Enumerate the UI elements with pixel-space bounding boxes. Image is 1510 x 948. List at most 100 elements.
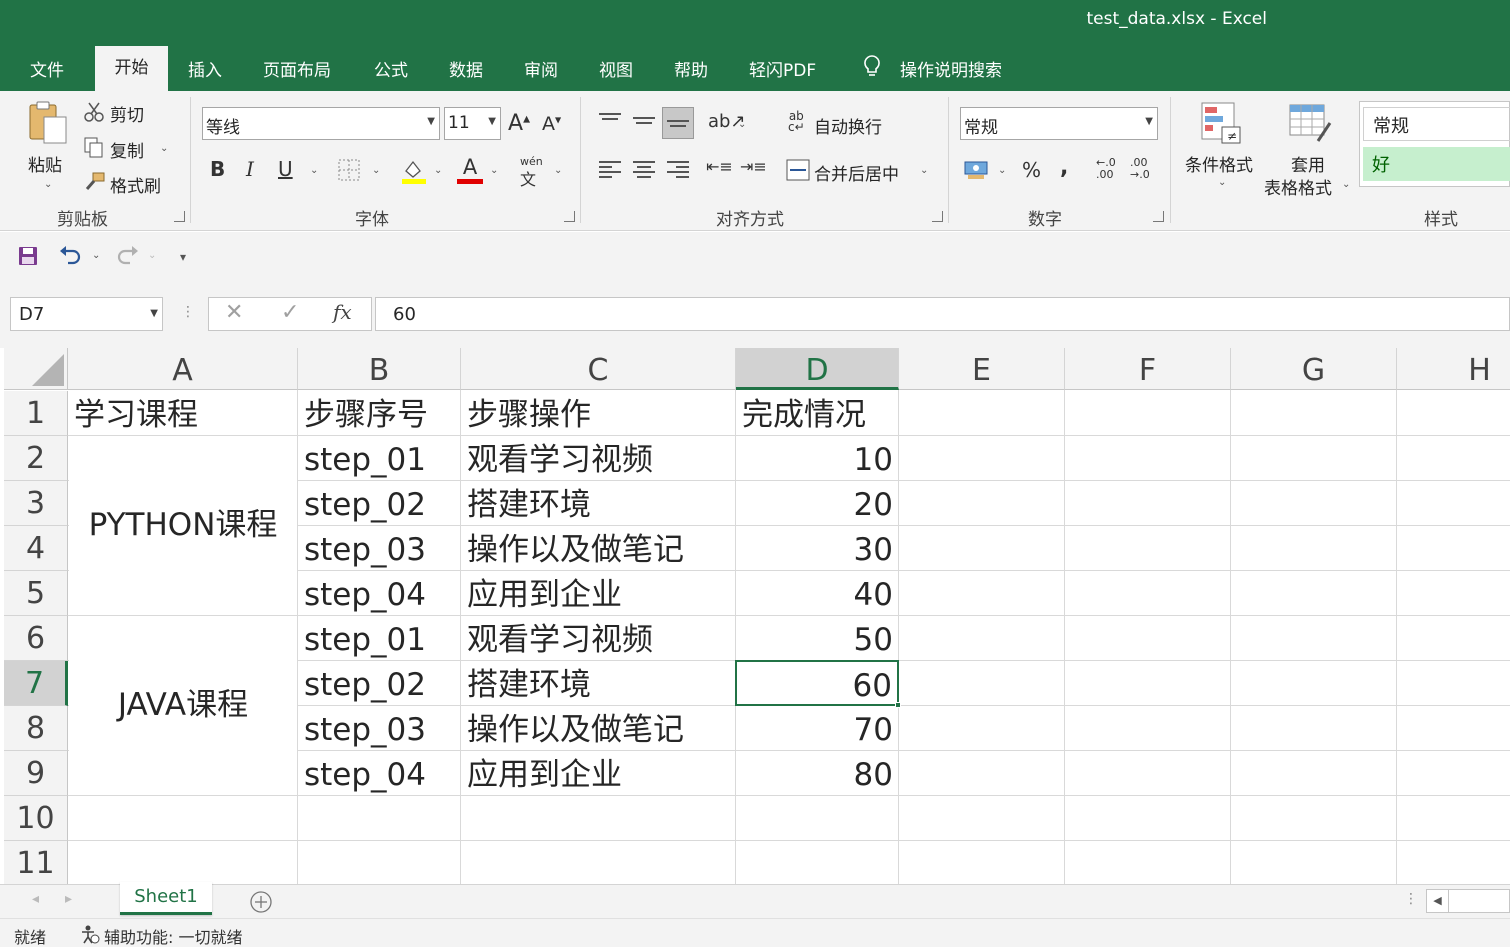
- cell-d8[interactable]: 70: [736, 706, 898, 751]
- cell-c7[interactable]: 搭建环境: [461, 661, 735, 706]
- cell-c8[interactable]: 操作以及做笔记: [461, 706, 735, 751]
- paste-icon[interactable]: [24, 101, 70, 145]
- row-header-4[interactable]: 4: [4, 526, 68, 571]
- accessibility-status[interactable]: 辅助功能: 一切就绪: [104, 924, 242, 948]
- bold-button[interactable]: B: [210, 157, 225, 181]
- font-name-combo[interactable]: 等线 ▼: [202, 107, 440, 140]
- row-header-3[interactable]: 3: [4, 481, 68, 526]
- cell-d5[interactable]: 40: [736, 571, 898, 616]
- cell-b4[interactable]: step_03: [298, 526, 460, 571]
- underline-button[interactable]: U: [278, 157, 293, 181]
- cell-a6-merged[interactable]: JAVA课程: [69, 616, 297, 795]
- redo-dropdown-icon[interactable]: ⌄: [148, 250, 156, 261]
- cell-c9[interactable]: 应用到企业: [461, 751, 735, 796]
- row-header-5[interactable]: 5: [4, 571, 68, 616]
- format-as-table-icon[interactable]: [1288, 101, 1334, 145]
- decrease-font-size-icon[interactable]: A▼: [542, 113, 561, 135]
- column-header-h[interactable]: H: [1397, 348, 1510, 390]
- number-format-combo[interactable]: 常规 ▼: [960, 107, 1158, 140]
- borders-icon[interactable]: [338, 159, 360, 181]
- formula-bar-grip-icon[interactable]: ⋮: [181, 304, 195, 320]
- cell-d3[interactable]: 20: [736, 481, 898, 526]
- font-launcher-icon[interactable]: [564, 211, 575, 222]
- format-as-table-label-2[interactable]: 表格格式: [1264, 174, 1332, 199]
- row-header-1[interactable]: 1: [4, 391, 68, 436]
- tab-view[interactable]: 视图: [599, 56, 633, 81]
- italic-button[interactable]: I: [246, 157, 254, 181]
- tab-help[interactable]: 帮助: [674, 56, 708, 81]
- underline-dropdown-icon[interactable]: ⌄: [310, 165, 318, 176]
- copy-dropdown-icon[interactable]: ⌄: [160, 143, 168, 154]
- fill-color-dropdown-icon[interactable]: ⌄: [434, 165, 442, 176]
- cell-c4[interactable]: 操作以及做笔记: [461, 526, 735, 571]
- split-handle-icon[interactable]: ⋮: [1404, 891, 1418, 907]
- phonetic-guide-icon[interactable]: wén 文: [520, 155, 543, 190]
- increase-font-size-icon[interactable]: A▲: [508, 111, 530, 136]
- conditional-formatting-button[interactable]: 条件格式: [1185, 151, 1253, 176]
- column-header-f[interactable]: F: [1065, 348, 1231, 390]
- customize-qat-icon[interactable]: ▾: [180, 250, 186, 264]
- tab-pdf[interactable]: 轻闪PDF: [749, 56, 816, 81]
- tab-review[interactable]: 审阅: [524, 56, 558, 81]
- style-normal[interactable]: 常规: [1363, 107, 1510, 141]
- row-header-11[interactable]: 11: [4, 841, 68, 884]
- enter-icon[interactable]: ✓: [281, 300, 299, 325]
- align-bottom-button[interactable]: [662, 107, 694, 139]
- tab-page-layout[interactable]: 页面布局: [263, 56, 331, 81]
- style-good[interactable]: 好: [1363, 147, 1510, 181]
- conditional-formatting-dropdown-icon[interactable]: ⌄: [1218, 177, 1226, 188]
- scroll-tabs-right-icon[interactable]: ▸: [65, 891, 72, 907]
- horizontal-scrollbar[interactable]: ◀: [1426, 889, 1510, 913]
- cell-d2[interactable]: 10: [736, 436, 898, 481]
- undo-icon[interactable]: [58, 245, 82, 267]
- cell-b1[interactable]: 步骤序号: [298, 391, 460, 436]
- accounting-dropdown-icon[interactable]: ⌄: [998, 165, 1006, 176]
- cell-c6[interactable]: 观看学习视频: [461, 616, 735, 661]
- align-center-icon[interactable]: [633, 161, 655, 179]
- align-top-icon[interactable]: [599, 113, 621, 131]
- add-sheet-icon[interactable]: [249, 890, 273, 914]
- sheet-tab-sheet1[interactable]: Sheet1: [120, 882, 212, 915]
- cell-c3[interactable]: 搭建环境: [461, 481, 735, 526]
- wrap-text-button[interactable]: 自动换行: [814, 113, 882, 138]
- wrap-text-icon[interactable]: ab c↵: [788, 110, 805, 133]
- decrease-decimal-icon[interactable]: .00 →.0: [1130, 157, 1150, 181]
- cell-b7[interactable]: step_02: [298, 661, 460, 706]
- cell-b5[interactable]: step_04: [298, 571, 460, 616]
- clipboard-launcher-icon[interactable]: [174, 211, 185, 222]
- row-header-9[interactable]: 9: [4, 751, 68, 796]
- worksheet-grid[interactable]: A B C D E F G H 1 2 3 4 5 6 7 8 9 10 11 …: [0, 348, 1510, 884]
- insert-function-button[interactable]: fx: [333, 300, 352, 324]
- conditional-formatting-icon[interactable]: ≠: [1200, 101, 1244, 145]
- name-box[interactable]: D7 ▼: [10, 297, 163, 331]
- tab-home[interactable]: 开始: [95, 46, 168, 91]
- align-right-icon[interactable]: [667, 161, 689, 179]
- phonetic-dropdown-icon[interactable]: ⌄: [554, 165, 562, 176]
- cell-d7-selected[interactable]: 60: [735, 660, 899, 706]
- row-header-7[interactable]: 7: [4, 661, 68, 706]
- cell-a1[interactable]: 学习课程: [68, 391, 297, 436]
- cell-c5[interactable]: 应用到企业: [461, 571, 735, 616]
- select-all-corner[interactable]: [4, 348, 68, 390]
- cell-b9[interactable]: step_04: [298, 751, 460, 796]
- tab-file[interactable]: 文件: [30, 56, 64, 81]
- align-left-icon[interactable]: [599, 161, 621, 179]
- column-header-b[interactable]: B: [298, 348, 461, 390]
- tab-insert[interactable]: 插入: [188, 56, 222, 81]
- redo-icon[interactable]: [116, 245, 140, 267]
- fill-color-icon[interactable]: [400, 157, 428, 185]
- scroll-left-icon[interactable]: ◀: [1427, 890, 1449, 912]
- cell-d6[interactable]: 50: [736, 616, 898, 661]
- paste-dropdown-icon[interactable]: ⌄: [44, 179, 52, 190]
- paste-label[interactable]: 粘贴: [28, 151, 62, 176]
- merge-dropdown-icon[interactable]: ⌄: [920, 165, 928, 176]
- tell-me-search[interactable]: 操作说明搜索: [900, 56, 1002, 81]
- font-size-combo[interactable]: 11 ▼: [444, 107, 501, 140]
- cell-c1[interactable]: 步骤操作: [461, 391, 735, 436]
- row-header-10[interactable]: 10: [4, 796, 68, 841]
- copy-button[interactable]: 复制: [110, 137, 144, 162]
- format-painter-button[interactable]: 格式刷: [110, 172, 161, 197]
- format-as-table-label-1[interactable]: 套用: [1291, 151, 1325, 176]
- increase-indent-icon[interactable]: ⇥≡: [740, 157, 767, 176]
- column-header-a[interactable]: A: [68, 348, 298, 390]
